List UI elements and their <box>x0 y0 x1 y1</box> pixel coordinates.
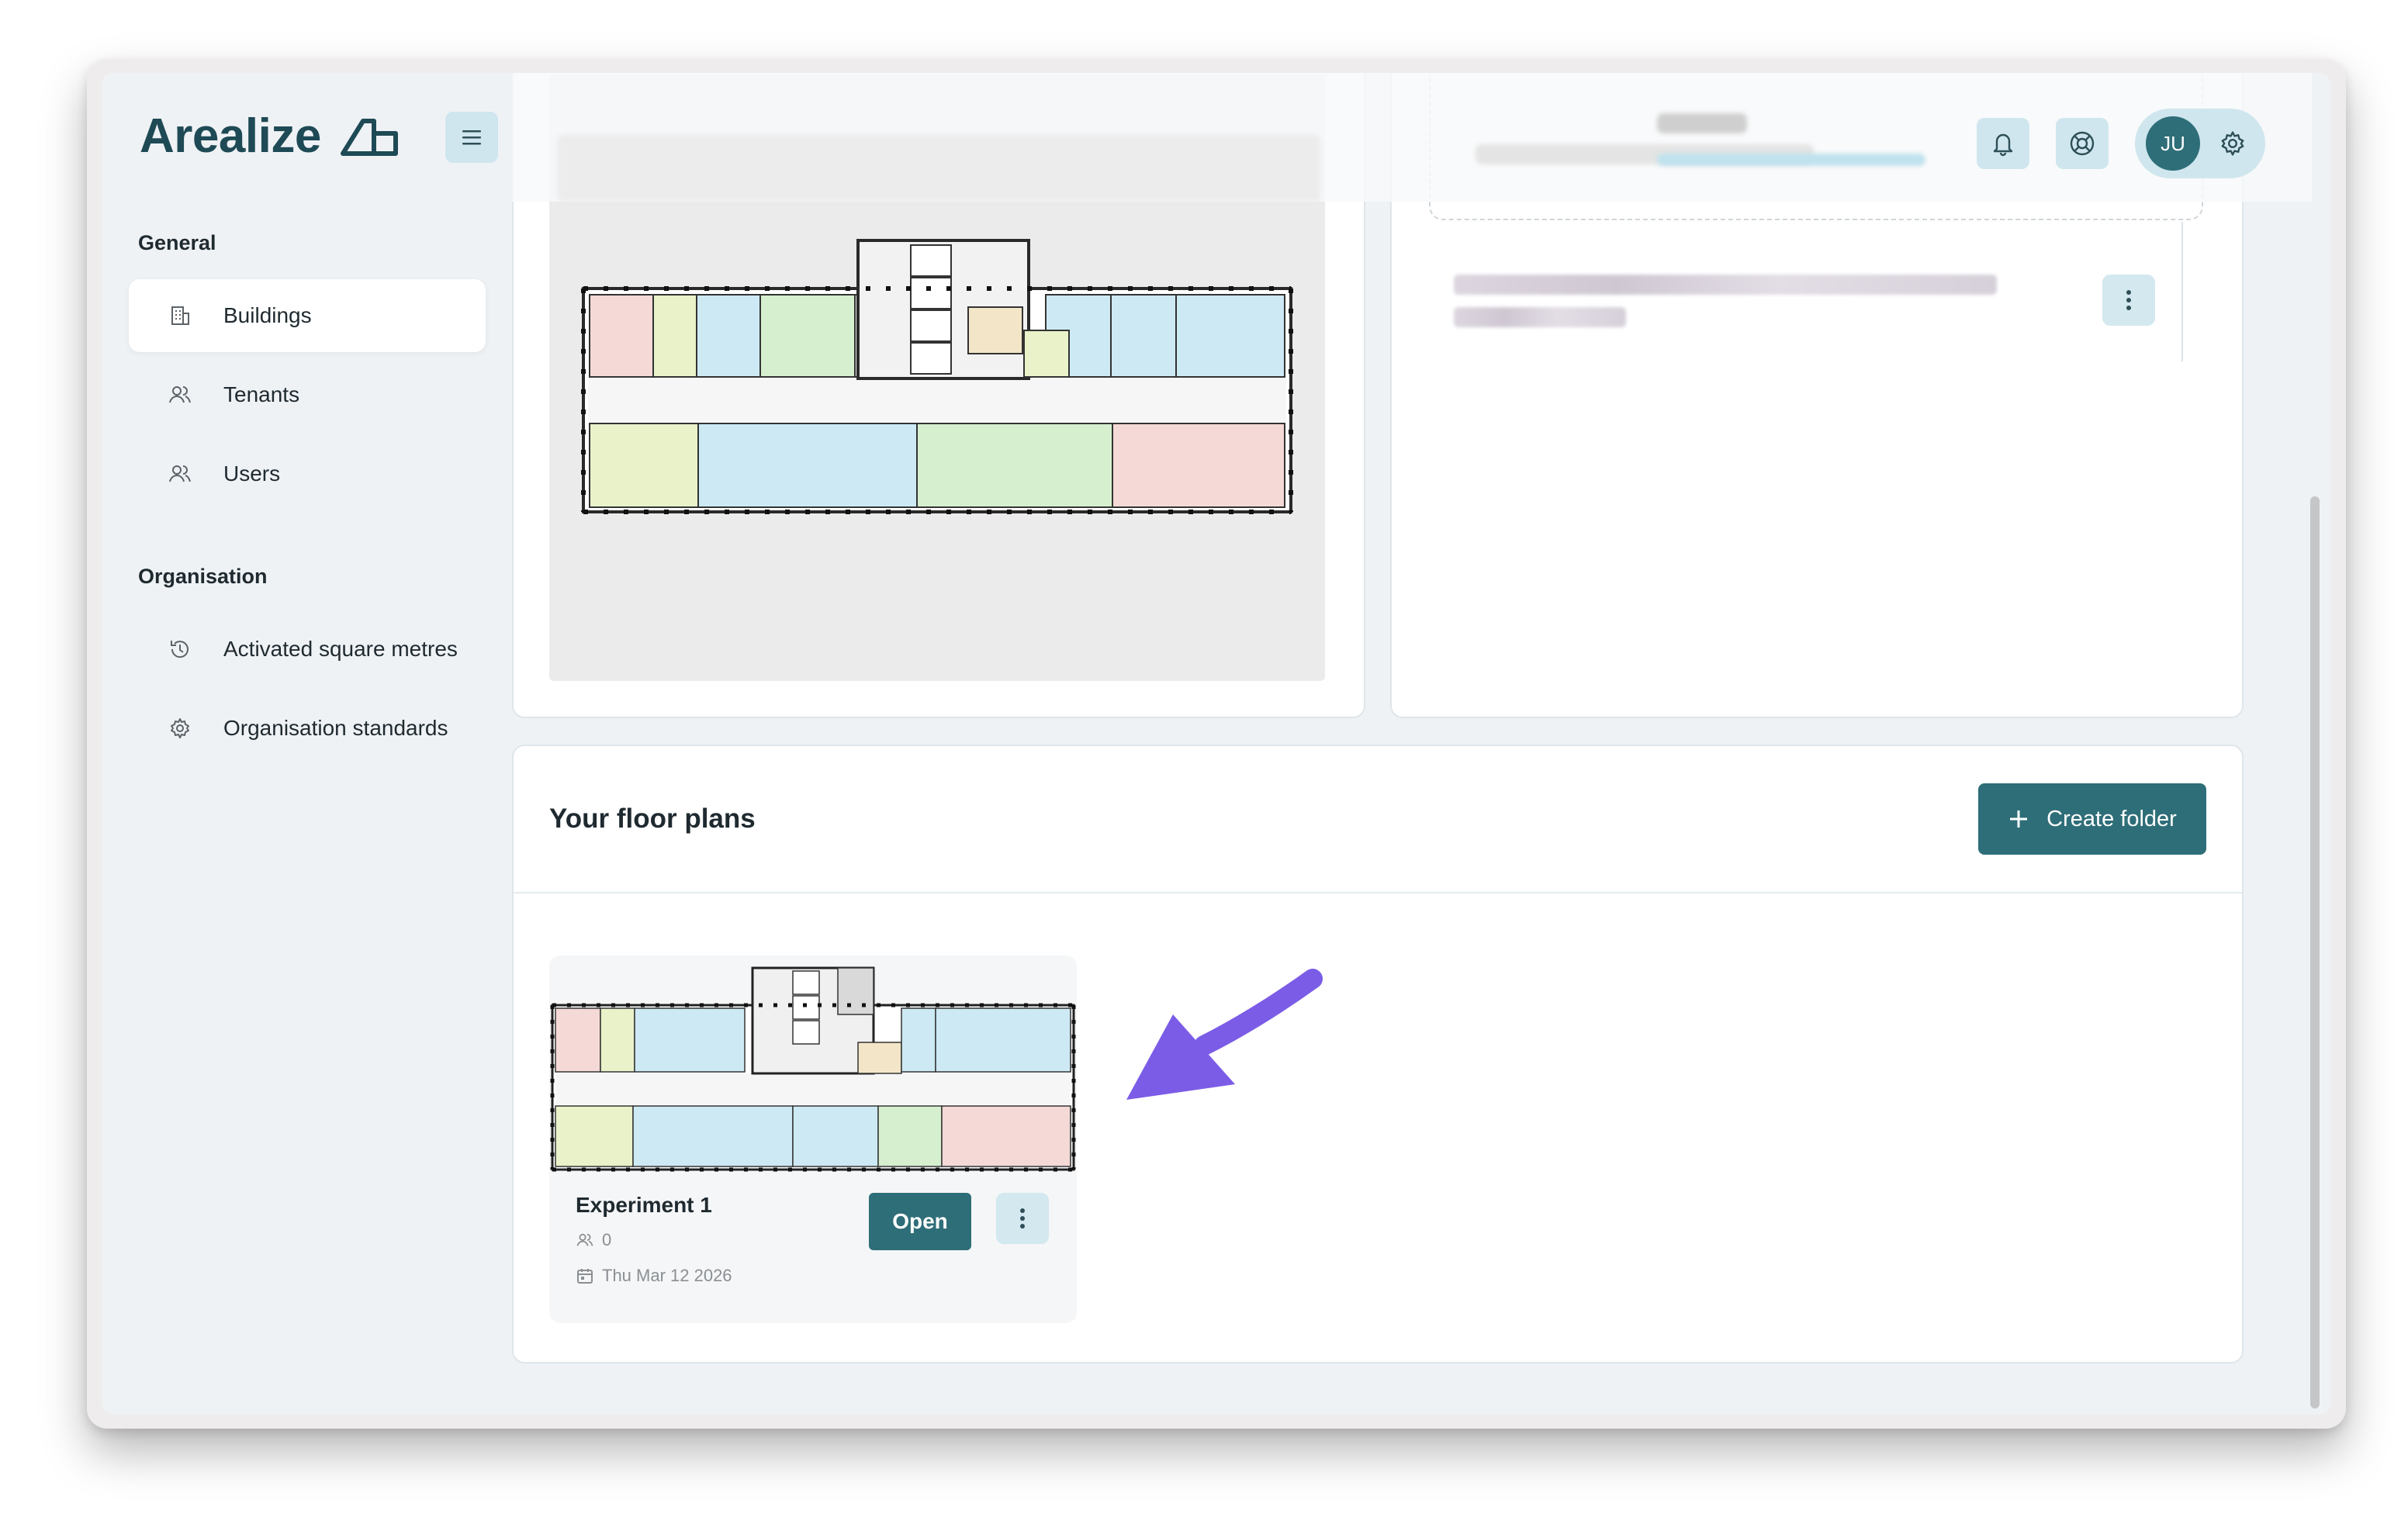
kebab-icon <box>1020 1208 1025 1229</box>
section-general: General <box>138 231 216 254</box>
bell-icon <box>1993 133 2013 157</box>
kebab-icon <box>2126 290 2131 310</box>
gear-icon <box>168 716 192 741</box>
logo-text: Arealize <box>140 109 321 163</box>
sidebar-item-buildings[interactable]: Buildings <box>129 279 486 352</box>
gear-icon[interactable] <box>2219 130 2247 157</box>
sidebar-item-users[interactable]: Users <box>129 437 486 510</box>
sidebar-item-label: Activated square metres <box>223 637 458 661</box>
floor-plans-card: Your floor plans Create folder Experimen… <box>512 745 2244 1363</box>
redacted-text <box>1454 307 1626 327</box>
page-scrollbar[interactable] <box>2306 73 2324 1415</box>
created-date: Thu Mar 12 2026 <box>602 1266 732 1285</box>
sidebar-item-organisation-standards[interactable]: Organisation standards <box>129 692 486 765</box>
lifebuoy-icon <box>2070 131 2095 156</box>
sidebar-item-label: Users <box>223 461 281 486</box>
card-more-button[interactable] <box>2102 275 2155 326</box>
building-icon <box>168 303 192 328</box>
redacted-block <box>557 135 1320 202</box>
open-button[interactable]: Open <box>869 1193 971 1250</box>
scrollbar-thumb[interactable] <box>2310 496 2320 1408</box>
redacted-block <box>1657 154 1925 166</box>
sidebar-item-activated-square-metres[interactable]: Activated square metres <box>129 613 486 686</box>
plus-icon <box>2010 810 2028 828</box>
notifications-button[interactable] <box>1977 118 2029 169</box>
create-folder-button[interactable]: Create folder <box>1978 783 2206 855</box>
calendar-icon <box>577 1269 593 1284</box>
users-icon <box>168 461 192 486</box>
hamburger-icon <box>462 130 481 145</box>
logo-mark-icon <box>340 118 398 156</box>
sidebar-item-label: Organisation standards <box>223 716 448 740</box>
user-menu[interactable]: JU <box>2135 109 2265 178</box>
redacted-text <box>1454 275 1997 295</box>
section-organisation: Organisation <box>138 565 268 588</box>
floor-plans-title: Your floor plans <box>549 804 756 834</box>
floor-plan-date: Thu Mar 12 2026 <box>576 1266 732 1286</box>
history-icon <box>168 637 192 662</box>
app-window: Arealize General Buildings Tenants Users… <box>102 73 2330 1415</box>
sidebar-item-label: Buildings <box>223 303 312 327</box>
sidebar-item-tenants[interactable]: Tenants <box>129 358 486 431</box>
users-icon <box>168 382 192 407</box>
app-logo[interactable]: Arealize <box>140 109 400 164</box>
floor-plan-card[interactable]: Experiment 1 0 Thu Mar 12 2026 Open <box>549 956 1077 1323</box>
member-count: 0 <box>602 1230 612 1249</box>
floor-plan-members: 0 <box>576 1230 611 1250</box>
annotation-arrow-icon <box>1126 969 1323 1100</box>
sidebar-item-label: Tenants <box>223 382 300 406</box>
divider <box>514 892 2242 893</box>
header-actions: JU <box>1977 109 2265 178</box>
avatar[interactable]: JU <box>2146 116 2200 171</box>
floor-plan-more-button[interactable] <box>996 1193 1049 1244</box>
redacted-block <box>1657 113 1747 133</box>
card-scrollbar[interactable] <box>2181 222 2183 361</box>
users-icon <box>576 1233 593 1246</box>
floor-plan-thumbnail <box>549 956 1077 1173</box>
help-button[interactable] <box>2056 118 2109 169</box>
floor-plan-name: Experiment 1 <box>576 1193 712 1217</box>
create-folder-label: Create folder <box>2046 806 2177 831</box>
menu-toggle-button[interactable] <box>445 112 498 163</box>
sidebar: Arealize General Buildings Tenants Users… <box>102 73 506 1415</box>
